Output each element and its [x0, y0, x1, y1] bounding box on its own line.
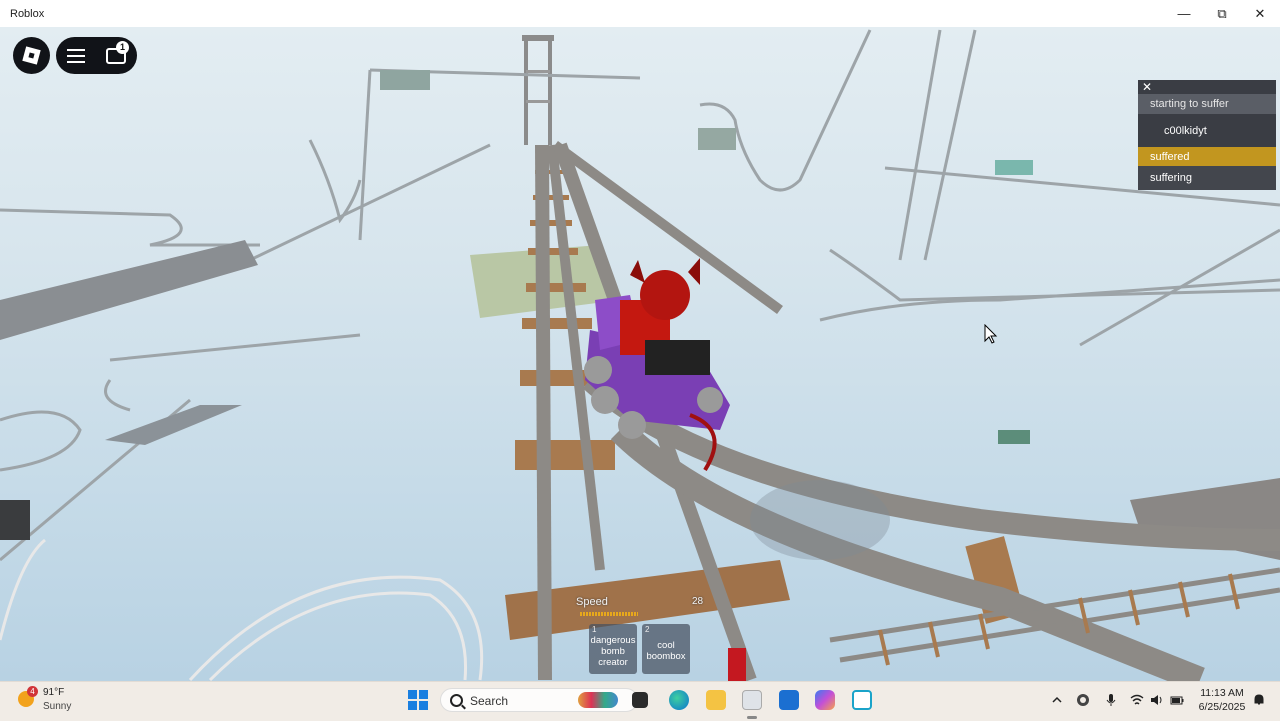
close-button[interactable]: ✕ [1241, 0, 1279, 27]
snipping-tool-icon[interactable] [852, 690, 872, 710]
microphone-icon[interactable] [1104, 693, 1118, 707]
weather-alert-badge: 4 [27, 686, 38, 697]
weather-condition[interactable]: Sunny [43, 701, 71, 712]
playerlist-team-row[interactable]: suffering [1138, 166, 1276, 190]
file-explorer-icon[interactable] [706, 690, 726, 710]
floating-platform [105, 405, 242, 445]
game-viewport[interactable] [0, 27, 1280, 681]
speed-bar [580, 612, 638, 616]
hotbar-slot-2[interactable]: 2 cool boombox [642, 624, 690, 674]
left-slab [0, 240, 258, 340]
game-scene [0, 29, 1280, 681]
roblox-logo-icon [22, 46, 41, 65]
window-title: Roblox [10, 7, 45, 20]
dark-block [0, 500, 30, 540]
red-object [728, 648, 746, 681]
player-name: c00lkidyt [1164, 124, 1207, 137]
speed-label: Speed [576, 596, 608, 608]
team-label: starting to suffer [1150, 98, 1229, 110]
widgets-icon[interactable] [578, 692, 618, 708]
task-view-icon[interactable] [632, 692, 648, 708]
team-label: suffered [1150, 150, 1190, 163]
small-object [998, 430, 1030, 444]
speed-value: 28 [692, 596, 704, 607]
speaker-icon[interactable] [1150, 693, 1164, 707]
hotbar-slot-1[interactable]: 1 dangerous bomb creator [589, 624, 637, 674]
tool-name: dangerous bomb creator [590, 635, 636, 668]
playerlist-team-row[interactable]: starting to suffer [1138, 94, 1276, 114]
loop-track [0, 538, 484, 681]
clock-date[interactable]: 6/25/2025 [1196, 701, 1248, 713]
chat-notification-badge: 1 [116, 41, 129, 54]
window-titlebar: Roblox [0, 0, 1280, 27]
mouse-cursor-icon [984, 324, 998, 344]
clock-time[interactable]: 11:13 AM [1198, 687, 1246, 699]
slot-number: 1 [592, 625, 597, 634]
wifi-icon[interactable] [1130, 693, 1144, 707]
playerlist-player-row[interactable]: c00lkidyt [1138, 114, 1276, 147]
chevron-up-icon[interactable] [1050, 693, 1064, 707]
store-icon[interactable] [779, 690, 799, 710]
maximize-button[interactable]: ⧉ [1203, 0, 1241, 27]
distant-vehicle [995, 160, 1033, 175]
battery-icon[interactable] [1170, 693, 1184, 707]
weather-temperature[interactable]: 91°F [43, 687, 64, 698]
hamburger-menu-icon[interactable] [66, 48, 85, 63]
team-label: suffering [1150, 172, 1192, 184]
search-placeholder: Search [470, 694, 509, 708]
notification-icon[interactable] [1252, 693, 1266, 707]
edge-icon[interactable] [669, 690, 689, 710]
playerlist-team-row[interactable]: suffered [1138, 147, 1276, 166]
far-block [698, 128, 736, 150]
roblox-menu-button[interactable] [13, 37, 50, 74]
minimize-button[interactable]: — [1165, 0, 1203, 27]
playerlist-close-icon[interactable]: ✕ [1142, 81, 1152, 93]
smoke-cloud [750, 480, 890, 560]
onedrive-icon[interactable] [1076, 693, 1090, 707]
slot-number: 2 [645, 625, 650, 634]
distant-tower [522, 35, 554, 145]
tool-name: cool boombox [646, 640, 686, 662]
copilot-icon[interactable] [815, 690, 835, 710]
playerlist-header [1138, 80, 1276, 94]
active-app-indicator [747, 716, 757, 719]
start-button[interactable] [408, 690, 428, 710]
roblox-app-icon[interactable] [742, 690, 762, 710]
far-block [380, 70, 430, 90]
